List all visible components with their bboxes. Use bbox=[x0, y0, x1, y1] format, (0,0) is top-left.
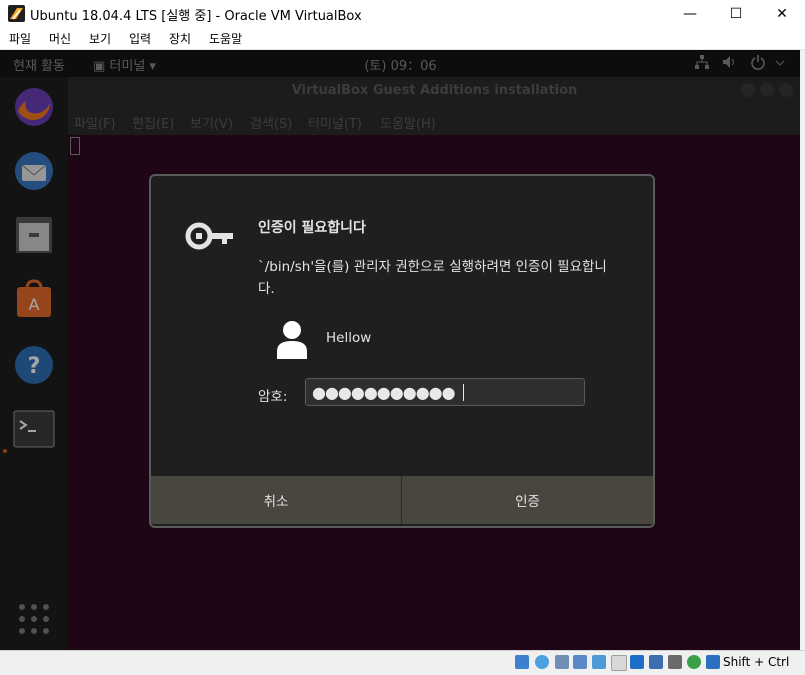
hard-disk-icon[interactable] bbox=[515, 655, 529, 669]
key-icon bbox=[185, 222, 233, 250]
text-caret bbox=[463, 384, 464, 401]
window-title-bar: Ubuntu 18.04.4 LTS [실행 중] - Oracle VM Vi… bbox=[0, 0, 805, 27]
authenticate-button-label: 인증 bbox=[515, 494, 540, 510]
close-icon: ✕ bbox=[776, 5, 788, 22]
audio-icon[interactable] bbox=[555, 655, 569, 669]
maximize-icon: ☐ bbox=[729, 5, 743, 22]
menu-help[interactable]: 도움말 bbox=[209, 30, 242, 47]
recording-icon[interactable] bbox=[649, 655, 663, 669]
menu-input[interactable]: 입력 bbox=[129, 30, 151, 47]
password-mask: ●●●●●●●●●●● bbox=[312, 383, 456, 402]
menu-devices[interactable]: 장치 bbox=[169, 30, 191, 47]
menu-file[interactable]: 파일 bbox=[9, 30, 31, 47]
guest-additions-icon[interactable] bbox=[687, 655, 701, 669]
usb-icon[interactable] bbox=[592, 655, 606, 669]
close-button[interactable]: ✕ bbox=[759, 0, 805, 27]
cancel-button-label: 취소 bbox=[263, 494, 289, 510]
shared-folders-icon[interactable] bbox=[611, 655, 627, 671]
button-divider bbox=[401, 476, 402, 524]
password-label: 암호: bbox=[258, 389, 288, 405]
minimize-button[interactable]: — bbox=[667, 0, 713, 27]
dialog-button-row: 취소 인증 bbox=[151, 476, 653, 526]
status-bar: Shift + Ctrl bbox=[0, 650, 805, 675]
authenticate-button[interactable]: 인증 bbox=[402, 476, 653, 524]
menu-view[interactable]: 보기 bbox=[89, 30, 111, 47]
minimize-icon: — bbox=[683, 5, 697, 22]
vm-display[interactable]: 현재 활동 ▣ 터미널 ▾ (토) 09：06 A ? VirtualBox G… bbox=[0, 50, 801, 650]
window-border bbox=[800, 50, 805, 650]
cancel-button[interactable]: 취소 bbox=[151, 476, 401, 524]
network-adapter-icon[interactable] bbox=[573, 655, 587, 669]
cpu-icon[interactable] bbox=[668, 655, 682, 669]
dialog-title: 인증이 필요합니다 bbox=[258, 220, 366, 236]
menu-machine[interactable]: 머신 bbox=[49, 30, 71, 47]
authentication-dialog: 인증이 필요합니다 `/bin/sh'을(를) 관리자 권한으로 실행하려면 인… bbox=[149, 174, 655, 528]
host-key-label: Shift + Ctrl bbox=[723, 655, 790, 669]
password-field[interactable]: ●●●●●●●●●●● bbox=[305, 378, 585, 406]
user-name: Hellow bbox=[326, 330, 372, 346]
window-title: Ubuntu 18.04.4 LTS [실행 중] - Oracle VM Vi… bbox=[30, 9, 362, 24]
dialog-message: `/bin/sh'을(를) 관리자 권한으로 실행하려면 인증이 필요합니다. bbox=[258, 259, 607, 297]
maximize-button[interactable]: ☐ bbox=[713, 0, 759, 27]
mouse-integration-icon[interactable] bbox=[706, 655, 720, 669]
optical-drive-icon[interactable] bbox=[535, 655, 549, 669]
user-icon bbox=[277, 321, 307, 359]
menu-bar: 파일 머신 보기 입력 장치 도움말 bbox=[0, 27, 805, 50]
virtualbox-icon bbox=[8, 5, 25, 22]
display-icon[interactable] bbox=[630, 655, 644, 669]
